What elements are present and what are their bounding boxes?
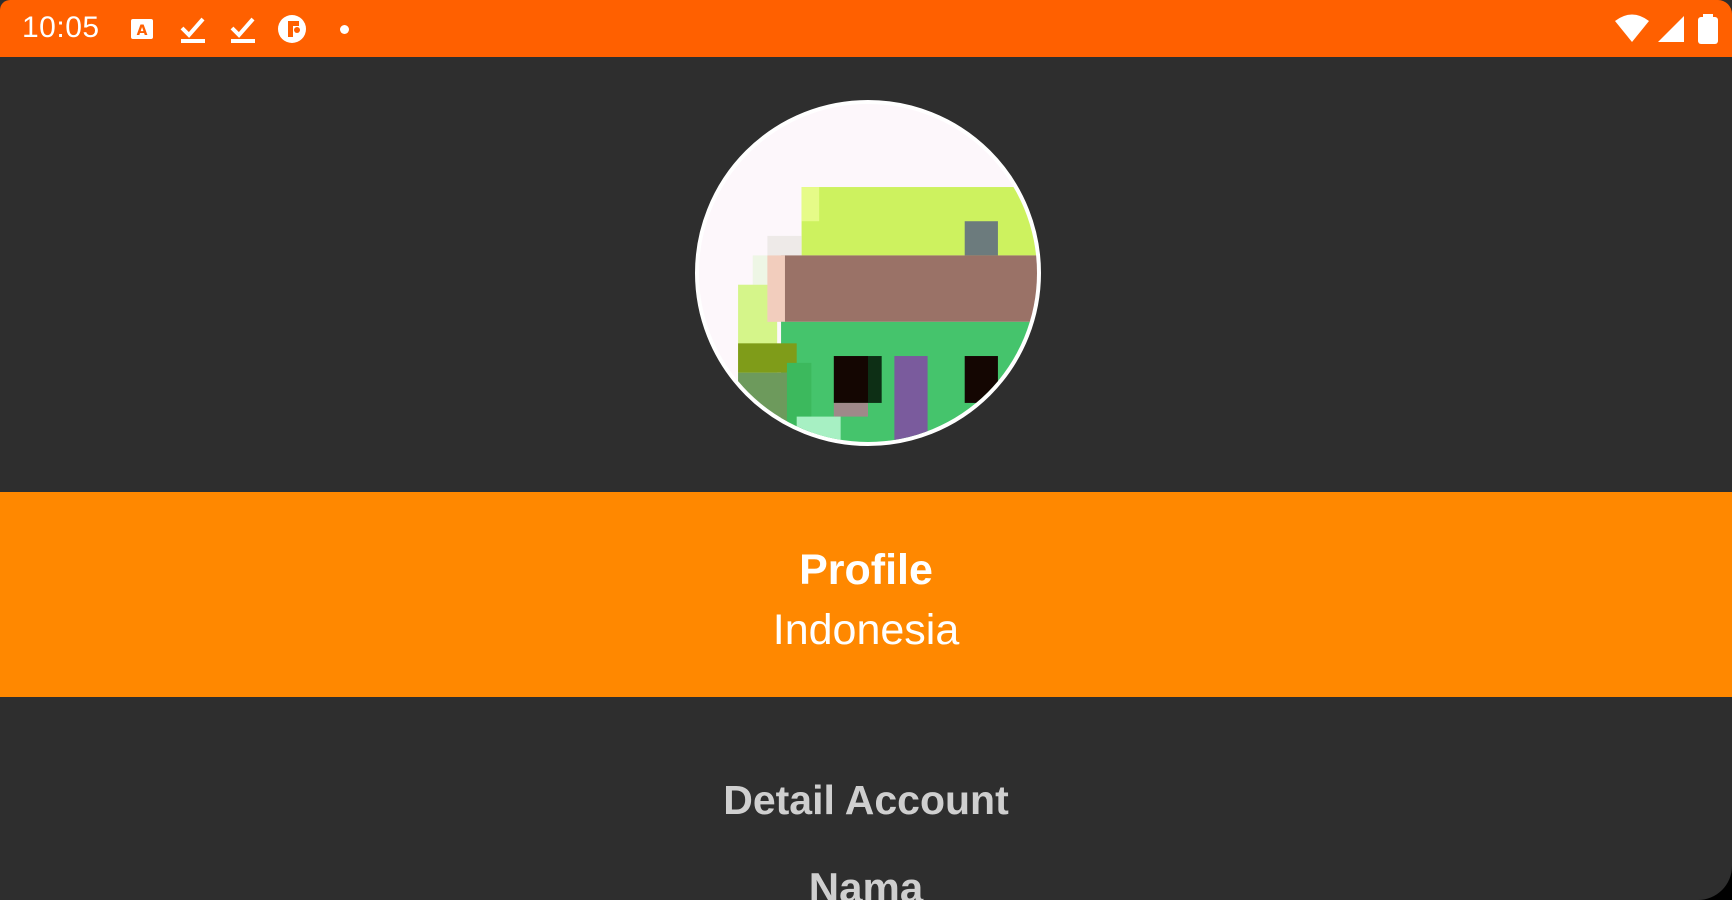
status-time: 10:05	[22, 11, 100, 44]
download-done-icon	[178, 14, 208, 44]
wifi-icon	[1614, 14, 1650, 44]
cell-signal-icon	[1656, 14, 1686, 44]
banner-subtitle-country: Indonesia	[772, 606, 960, 654]
profile-banner: Profile Indonesia	[0, 492, 1732, 697]
app-notification-icon	[277, 14, 307, 44]
keyboard-icon: A	[128, 14, 158, 44]
banner-title: Profile	[799, 546, 933, 594]
pixel-avatar-image	[699, 104, 1037, 442]
detail-account-heading: Detail Account	[723, 777, 1009, 823]
avatar[interactable]	[695, 100, 1041, 446]
download-done-icon	[228, 14, 258, 44]
status-bar: 10:05 A	[0, 0, 1732, 57]
name-field-label: Nama	[808, 864, 924, 900]
profile-screen: 10:05 A Profile Indonesia Detail Account…	[0, 0, 1732, 900]
battery-icon	[1697, 14, 1719, 44]
dot-icon	[340, 25, 349, 34]
svg-text:A: A	[137, 23, 148, 39]
